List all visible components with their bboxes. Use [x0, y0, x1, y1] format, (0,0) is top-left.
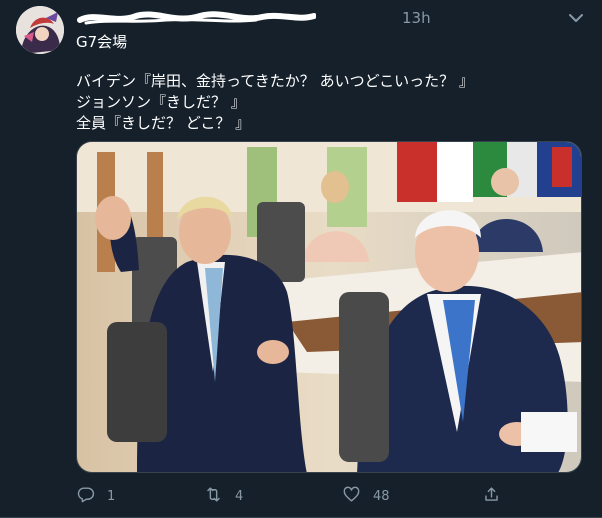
retweet-button[interactable]: 4 [204, 484, 243, 508]
tweet-text: G7会場 バイデン『岸田、金持ってきたか？ あいつどこいった？ 』 ジョンソン『… [76, 32, 586, 134]
tweet-text-line: G7会場 [76, 33, 128, 51]
reply-button[interactable]: 1 [76, 484, 115, 508]
reply-count: 1 [107, 488, 116, 504]
tweet-text-line: 全員『きしだ？ どこ？ 』 [76, 114, 251, 132]
heart-icon [342, 485, 361, 508]
tweet-timestamp[interactable]: 13h [402, 9, 431, 27]
like-count: 48 [373, 488, 390, 504]
tweet[interactable]: 13h G7会場 バイデン『岸田、金持ってきたか？ あいつどこいった？ 』 ジョ… [0, 0, 602, 518]
like-button[interactable]: 48 [342, 484, 390, 508]
share-button[interactable] [482, 484, 501, 508]
chevron-down-icon[interactable] [566, 10, 586, 26]
retweet-count: 4 [235, 488, 244, 504]
tweet-header: 13h [76, 7, 586, 29]
redacted-username[interactable] [76, 10, 316, 26]
reply-icon [76, 485, 95, 508]
retweet-icon [204, 485, 223, 508]
tweet-text-line: バイデン『岸田、金持ってきたか？ あいつどこいった？ 』 [76, 72, 474, 90]
avatar[interactable] [16, 6, 64, 54]
share-icon [482, 485, 501, 508]
tweet-actions: 1 4 48 [76, 484, 586, 508]
tweet-text-line: ジョンソン『きしだ？ 』 [76, 93, 246, 111]
tweet-photo[interactable] [76, 141, 582, 473]
